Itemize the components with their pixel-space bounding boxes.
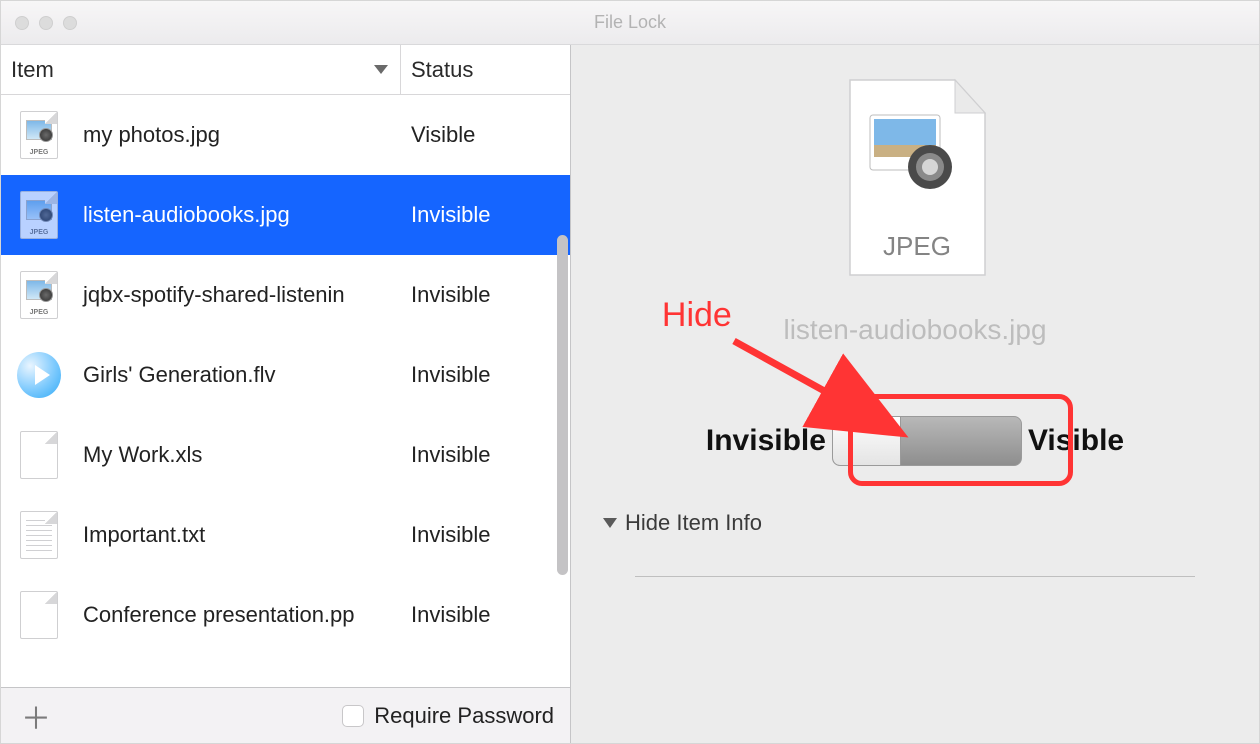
titlebar: File Lock — [1, 1, 1259, 45]
column-header-status[interactable]: Status — [401, 45, 570, 94]
file-icon — [17, 348, 61, 402]
minimize-icon[interactable] — [39, 16, 53, 30]
file-name: jqbx-spotify-shared-listenin — [83, 282, 345, 308]
file-icon — [17, 508, 61, 562]
file-icon — [17, 428, 61, 482]
detail-filename: listen-audiobooks.jpg — [783, 314, 1046, 346]
visibility-toggle[interactable] — [832, 416, 1022, 466]
file-status: Invisible — [401, 602, 570, 628]
file-row[interactable]: Conference presentation.pp Invisible — [1, 575, 570, 655]
file-list[interactable]: JPEG my photos.jpg Visible JPEG listen-a… — [1, 95, 570, 687]
file-name: listen-audiobooks.jpg — [83, 202, 290, 228]
file-row[interactable]: JPEG my photos.jpg Visible — [1, 95, 570, 175]
visibility-toggle-row: Invisible Visible Hide — [706, 416, 1124, 466]
file-icon: JPEG — [17, 108, 61, 162]
hide-item-info-disclosure[interactable]: Hide Item Info — [571, 510, 762, 536]
sort-chevron-icon — [374, 65, 388, 74]
file-status: Invisible — [401, 522, 570, 548]
file-row[interactable]: My Work.xls Invisible — [1, 415, 570, 495]
disclosure-triangle-icon — [603, 518, 617, 528]
file-status: Invisible — [401, 282, 570, 308]
file-name: my photos.jpg — [83, 122, 220, 148]
annotation-label: Hide — [662, 296, 732, 335]
zoom-icon[interactable] — [63, 16, 77, 30]
file-row[interactable]: JPEG jqbx-spotify-shared-listenin Invisi… — [1, 255, 570, 335]
close-icon[interactable] — [15, 16, 29, 30]
disclosure-label: Hide Item Info — [625, 510, 762, 536]
file-row[interactable]: JPEG listen-audiobooks.jpg Invisible — [1, 175, 570, 255]
body: Item Status JPEG my photos.jpg Visible J… — [1, 45, 1259, 743]
file-row[interactable]: Girls' Generation.flv Invisible — [1, 335, 570, 415]
file-status: Invisible — [401, 362, 570, 388]
add-button[interactable]: ＋ — [13, 694, 59, 738]
toggle-knob[interactable] — [833, 417, 901, 465]
file-row[interactable]: Important.txt Invisible — [1, 495, 570, 575]
window: File Lock Item Status JPEG my photos.jpg… — [0, 0, 1260, 744]
file-status: Invisible — [401, 442, 570, 468]
require-password-label: Require Password — [374, 703, 554, 729]
toggle-label-invisible: Invisible — [706, 424, 826, 458]
file-list-wrap: JPEG my photos.jpg Visible JPEG listen-a… — [1, 95, 570, 687]
require-password-checkbox[interactable] — [342, 705, 364, 727]
bottom-bar: ＋ Require Password — [1, 687, 570, 743]
file-name: Important.txt — [83, 522, 205, 548]
file-icon — [17, 588, 61, 642]
detail-pane: JPEG listen-audiobooks.jpg Invisible Vis… — [571, 45, 1259, 743]
require-password-option[interactable]: Require Password — [342, 703, 558, 729]
file-status: Visible — [401, 122, 570, 148]
column-status-label: Status — [411, 57, 473, 83]
divider — [635, 576, 1195, 577]
column-header-item[interactable]: Item — [1, 45, 401, 94]
svg-text:JPEG: JPEG — [883, 231, 951, 261]
file-name: Conference presentation.pp — [83, 602, 355, 628]
scrollbar[interactable] — [557, 235, 568, 575]
preview-icon: JPEG — [830, 75, 1000, 290]
file-icon: JPEG — [17, 188, 61, 242]
column-header: Item Status — [1, 45, 570, 95]
column-item-label: Item — [11, 57, 54, 83]
toggle-label-visible: Visible — [1028, 424, 1124, 458]
window-title: File Lock — [1, 12, 1259, 33]
file-name: Girls' Generation.flv — [83, 362, 276, 388]
file-status: Invisible — [401, 202, 570, 228]
file-list-pane: Item Status JPEG my photos.jpg Visible J… — [1, 45, 571, 743]
traffic-lights — [1, 16, 77, 30]
file-name: My Work.xls — [83, 442, 202, 468]
file-icon: JPEG — [17, 268, 61, 322]
